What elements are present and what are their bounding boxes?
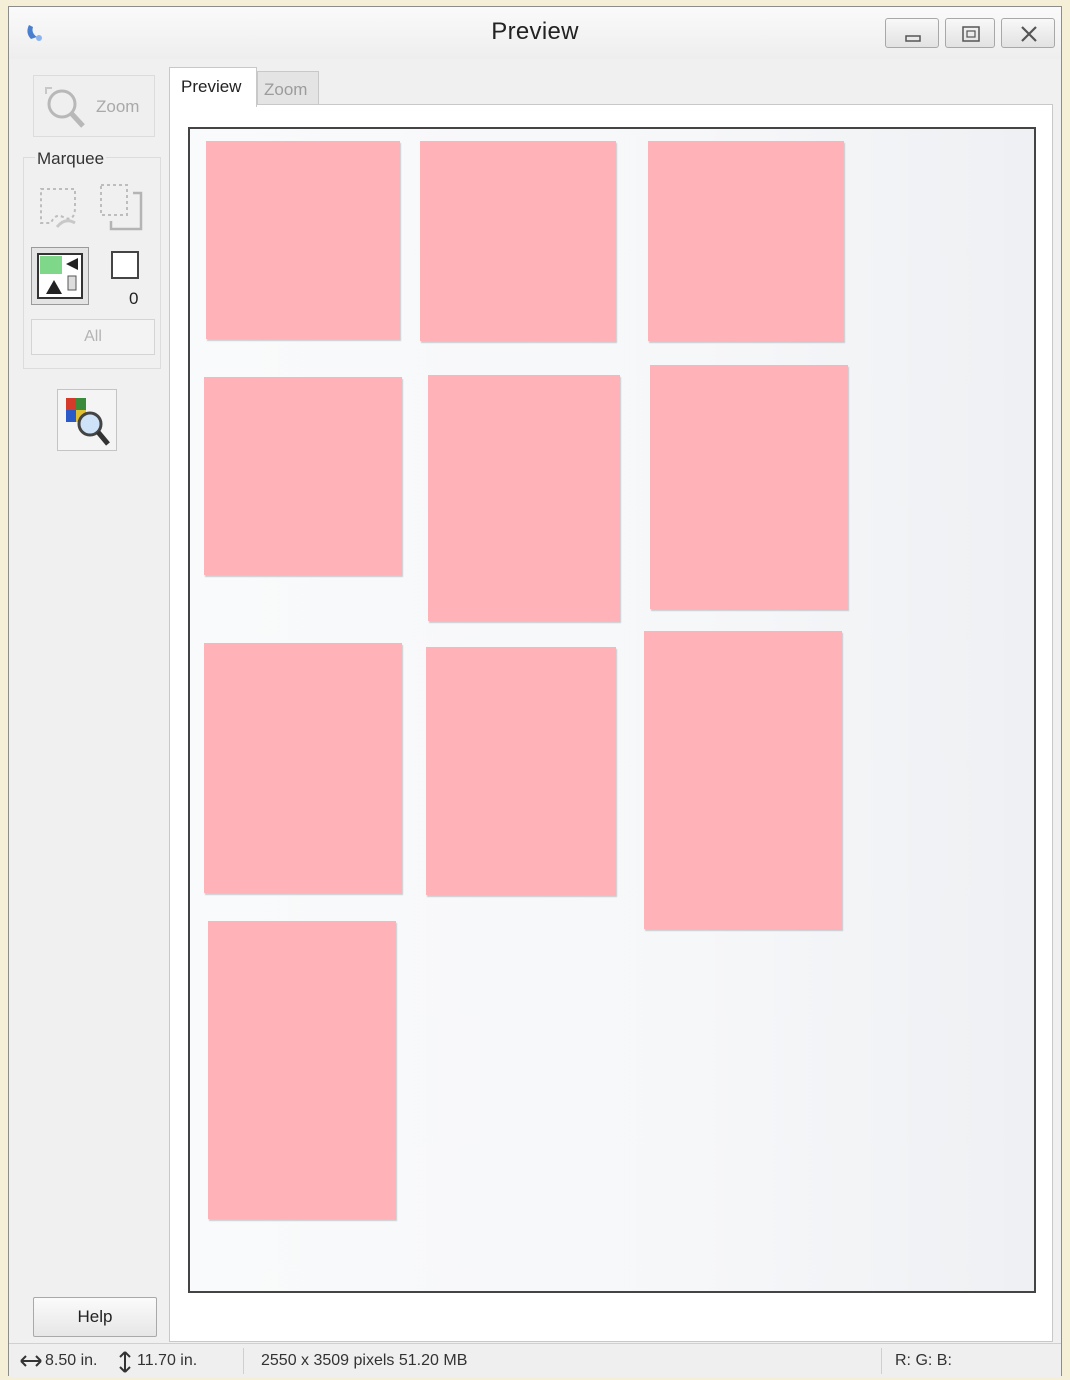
preview-photo[interactable] bbox=[648, 141, 844, 341]
duplicate-marquee-icon bbox=[100, 184, 143, 231]
horizontal-arrow-icon bbox=[20, 1355, 42, 1367]
minimize-icon bbox=[905, 35, 921, 42]
preview-photo[interactable] bbox=[420, 141, 616, 341]
close-button[interactable] bbox=[1001, 18, 1055, 48]
preview-photo[interactable] bbox=[208, 921, 396, 1219]
tool-panel: Zoom Marquee 0 All Help bbox=[19, 65, 167, 1345]
scan-height: 11.70 in. bbox=[137, 1352, 198, 1369]
tab-preview[interactable]: Preview bbox=[169, 67, 257, 107]
color-palette-magnifier-icon bbox=[66, 398, 110, 446]
color-adjust-button[interactable] bbox=[57, 389, 117, 451]
minimize-button[interactable] bbox=[885, 18, 939, 48]
duplicate-marquee-button[interactable] bbox=[97, 181, 149, 233]
preview-window: Preview Zoom Marquee 0 All Help Preview … bbox=[8, 6, 1062, 1377]
preview-photo[interactable] bbox=[204, 643, 402, 893]
preview-photo[interactable] bbox=[426, 647, 616, 895]
preview-photo[interactable] bbox=[206, 141, 400, 339]
preview-photo[interactable] bbox=[204, 377, 402, 575]
auto-locate-button[interactable] bbox=[31, 247, 89, 305]
lasso-marquee-icon bbox=[40, 188, 76, 228]
marquee-label: Marquee bbox=[35, 149, 107, 169]
preview-photo[interactable] bbox=[644, 631, 842, 929]
marquee-frame-icon bbox=[111, 251, 139, 279]
tab-zoom[interactable]: Zoom bbox=[257, 71, 319, 105]
scan-width: 8.50 in. bbox=[45, 1352, 98, 1369]
preview-tab-panel bbox=[169, 104, 1053, 1342]
zoom-button-label: Zoom bbox=[96, 97, 140, 116]
title-bar[interactable]: Preview bbox=[9, 7, 1061, 59]
marquee-count: 0 bbox=[129, 289, 139, 308]
rgb-readout: R: G: B: bbox=[895, 1352, 952, 1369]
all-button[interactable]: All bbox=[31, 319, 155, 355]
preview-photo[interactable] bbox=[428, 375, 620, 621]
help-button[interactable]: Help bbox=[33, 1297, 157, 1337]
preview-photo[interactable] bbox=[650, 365, 848, 609]
zoom-button[interactable]: Zoom bbox=[33, 75, 155, 137]
status-bar: 8.50 in. 11.70 in. 2550 x 3509 pixels 51… bbox=[9, 1343, 1061, 1377]
maximize-icon bbox=[962, 26, 980, 42]
auto-locate-icon bbox=[37, 253, 83, 299]
scan-size-info: 2550 x 3509 pixels 51.20 MB bbox=[261, 1352, 468, 1369]
magnifier-icon bbox=[45, 87, 85, 128]
preview-canvas[interactable] bbox=[188, 127, 1036, 1293]
lasso-marquee-button[interactable] bbox=[35, 183, 87, 235]
maximize-button[interactable] bbox=[945, 18, 995, 48]
vertical-arrow-icon bbox=[119, 1351, 131, 1373]
close-icon bbox=[1021, 26, 1037, 42]
